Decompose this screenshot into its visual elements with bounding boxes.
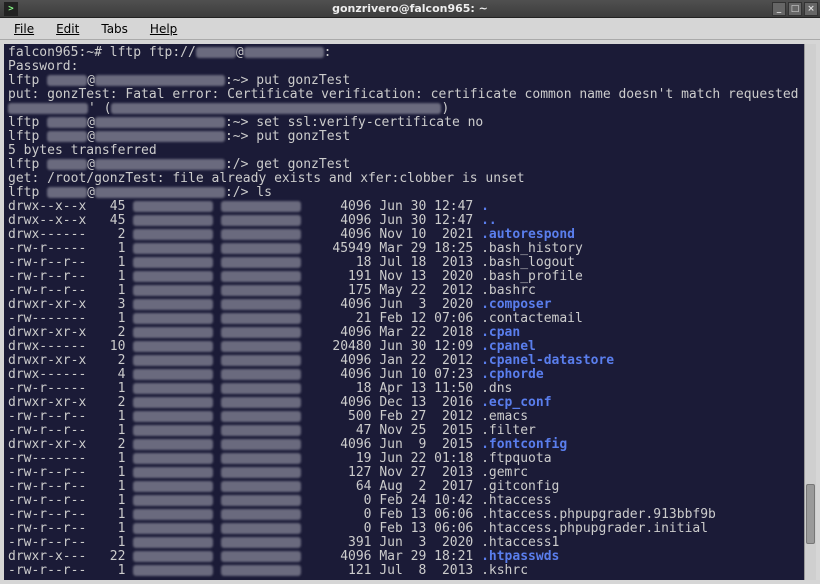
terminal-output[interactable]: falcon965:~# lftp ftp://@:Password:lftp … [4,44,804,580]
terminal-window: gonzrivero@falcon965: ~ _ □ × File Edit … [0,0,820,584]
menubar: File Edit Tabs Help [0,18,820,40]
terminal-container: falcon965:~# lftp ftp://@:Password:lftp … [0,40,820,584]
minimize-button[interactable]: _ [772,2,786,16]
scrollbar-thumb[interactable] [806,484,815,544]
terminal-icon [4,2,18,16]
menu-file[interactable]: File [4,20,44,38]
titlebar[interactable]: gonzrivero@falcon965: ~ _ □ × [0,0,820,18]
scrollbar[interactable] [804,44,816,580]
maximize-button[interactable]: □ [788,2,802,16]
window-title: gonzrivero@falcon965: ~ [0,2,820,15]
menu-edit[interactable]: Edit [46,20,89,38]
menu-help[interactable]: Help [140,20,187,38]
close-button[interactable]: × [804,2,818,16]
menu-tabs[interactable]: Tabs [91,20,138,38]
window-controls: _ □ × [772,2,820,16]
